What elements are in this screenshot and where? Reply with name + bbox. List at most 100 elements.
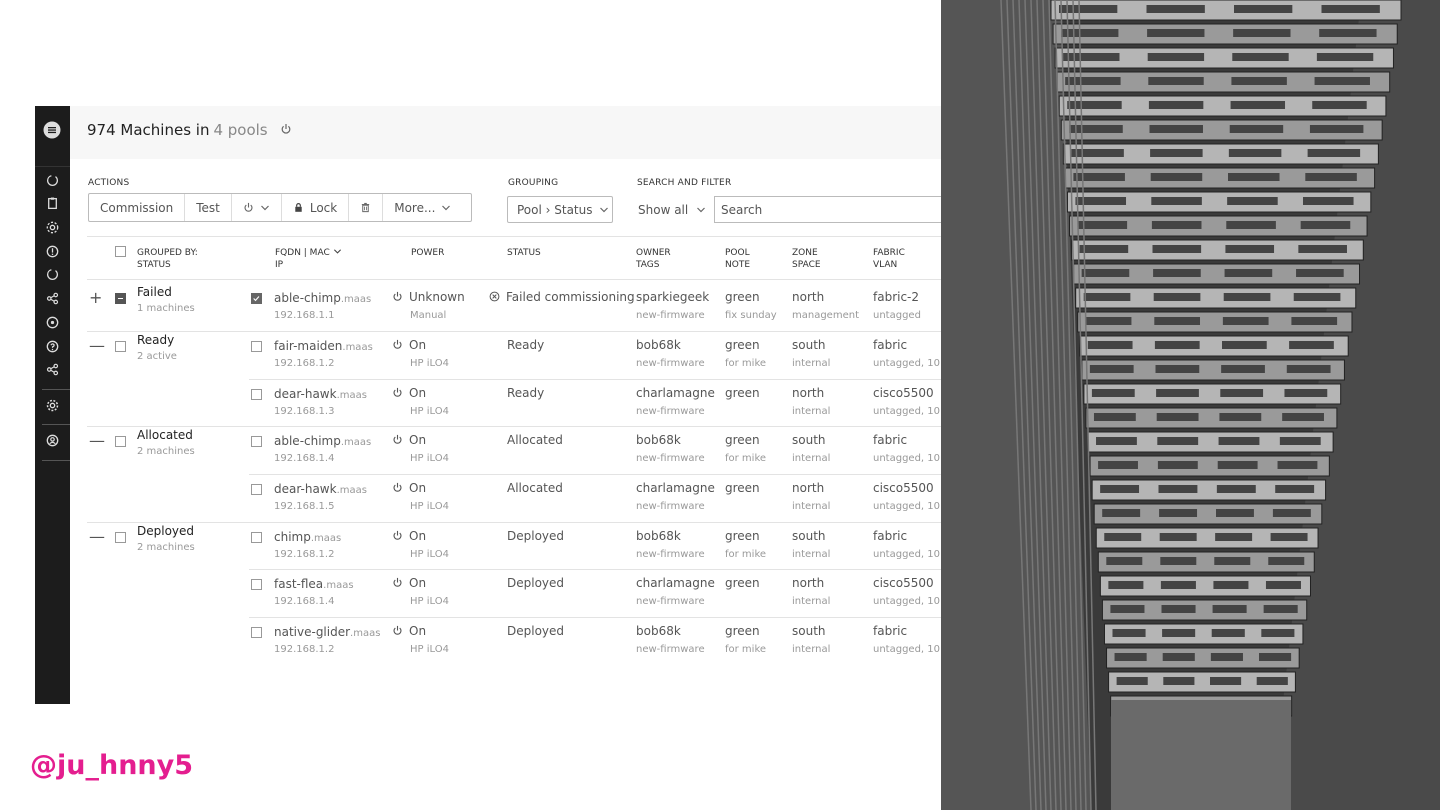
row-status: Allocated (507, 433, 563, 447)
grouping-select[interactable]: Pool › Status (507, 196, 613, 223)
row-ip: 192.168.1.2 (274, 358, 335, 369)
group-toggle-0[interactable]: + (89, 290, 102, 306)
row-checkbox[interactable] (251, 293, 262, 304)
maas-app-window: 974 Machines in 4 pools ACTIONS GROUPING… (35, 106, 941, 704)
commission-button[interactable]: Commission (89, 194, 186, 221)
power-icon[interactable] (280, 123, 294, 137)
row-vlan: untagged, 10 (873, 549, 941, 560)
user-avatar-icon[interactable] (44, 432, 60, 448)
col-owner[interactable]: OWNER TAGS (636, 247, 671, 271)
help-icon[interactable] (44, 338, 60, 354)
machines-icon[interactable] (44, 172, 60, 188)
row-power: On (392, 529, 426, 543)
row-fqdn[interactable]: chimp.maas (274, 530, 341, 544)
col-fqdn[interactable]: FQDN | MAC IP (275, 247, 342, 271)
row-fabric: fabric (873, 529, 908, 543)
settings-gear-icon[interactable] (44, 397, 60, 413)
row-vlan: untagged, 10 (873, 644, 941, 655)
search-input[interactable] (714, 196, 941, 223)
col-fabric[interactable]: FABRIC VLAN (873, 247, 905, 271)
group-name: Ready (137, 333, 175, 347)
row-status: Ready (507, 386, 545, 400)
group-name: Deployed (137, 524, 195, 538)
zones-icon[interactable] (44, 314, 60, 330)
row-tags: new-firmware (636, 406, 705, 417)
row-checkbox[interactable] (251, 627, 262, 638)
row-ip: 192.168.1.4 (274, 596, 335, 607)
group-checkbox[interactable] (115, 293, 126, 304)
row-owner: bob68k (636, 624, 681, 638)
group-checkbox[interactable] (115, 532, 126, 543)
row-fabric: cisco5500 (873, 481, 934, 495)
test-button[interactable]: Test (185, 194, 232, 221)
col-zone[interactable]: ZONE SPACE (792, 247, 821, 271)
power-dropdown-button[interactable] (232, 194, 282, 221)
row-fqdn[interactable]: native-glider.maas (274, 625, 380, 639)
row-fqdn[interactable]: dear-hawk.maas (274, 482, 367, 496)
share-network-icon[interactable] (44, 290, 60, 306)
row-fqdn[interactable]: able-chimp.maas (274, 291, 371, 305)
row-owner: bob68k (636, 433, 681, 447)
row-checkbox[interactable] (251, 579, 262, 590)
row-checkbox[interactable] (251, 484, 262, 495)
row-power: On (392, 624, 426, 638)
trash-icon (360, 202, 371, 213)
controllers-icon[interactable] (44, 219, 60, 235)
row-power: On (392, 338, 426, 352)
machine-count: 974 Machines in (87, 121, 210, 139)
row-fabric: fabric-2 (873, 290, 920, 304)
select-all-checkbox[interactable] (115, 246, 126, 257)
group-toggle-2[interactable]: — (89, 433, 105, 449)
col-power[interactable]: POWER (411, 247, 444, 259)
row-owner: sparkiegeek (636, 290, 710, 304)
row-space: internal (792, 549, 831, 560)
row-divider (87, 426, 941, 427)
row-tags: new-firmware (636, 644, 705, 655)
power-icon (392, 339, 403, 350)
row-status: Deployed (507, 624, 565, 638)
row-checkbox[interactable] (251, 341, 262, 352)
row-fqdn[interactable]: dear-hawk.maas (274, 387, 367, 401)
lock-button[interactable]: Lock (282, 194, 350, 221)
devices-icon[interactable] (44, 195, 60, 211)
group-checkbox[interactable] (115, 436, 126, 447)
header-divider (87, 279, 941, 280)
col-pool[interactable]: POOL NOTE (725, 247, 750, 271)
images-icon[interactable] (44, 266, 60, 282)
row-fabric: fabric (873, 338, 908, 352)
row-power: On (392, 386, 426, 400)
kvm-icon[interactable] (44, 243, 60, 259)
show-all-dropdown[interactable]: Show all (638, 203, 706, 217)
chevron-down-icon (260, 203, 270, 213)
row-note: for mike (725, 549, 767, 560)
menu-icon[interactable] (43, 121, 61, 139)
col-status[interactable]: STATUS (507, 247, 541, 259)
row-fqdn[interactable]: fast-flea.maas (274, 577, 354, 591)
row-status: Deployed (507, 576, 565, 590)
row-vlan: untagged, 10 (873, 358, 941, 369)
row-checkbox[interactable] (251, 532, 262, 543)
pools-link[interactable]: 4 pools (213, 121, 267, 139)
more-dropdown-button[interactable]: More... (383, 194, 462, 221)
row-pool: green (725, 576, 760, 590)
group-toggle-1[interactable]: — (89, 338, 105, 354)
row-note: for mike (725, 453, 767, 464)
row-fqdn[interactable]: able-chimp.maas (274, 434, 371, 448)
row-space: internal (792, 406, 831, 417)
row-fabric: fabric (873, 433, 908, 447)
group-toggle-3[interactable]: — (89, 529, 105, 545)
row-space: internal (792, 644, 831, 655)
row-divider (249, 474, 941, 475)
row-zone: south (792, 529, 826, 543)
group-checkbox[interactable] (115, 341, 126, 352)
delete-button[interactable] (349, 194, 384, 221)
row-fqdn[interactable]: fair-maiden.maas (274, 339, 373, 353)
row-vlan: untagged, 10 (873, 453, 941, 464)
row-checkbox[interactable] (251, 389, 262, 400)
row-power: On (392, 576, 426, 590)
search-filter-label: SEARCH AND FILTER (637, 178, 732, 188)
col-group[interactable]: GROUPED BY: STATUS (137, 247, 198, 271)
row-checkbox[interactable] (251, 436, 262, 447)
subnets-icon[interactable] (44, 361, 60, 377)
group-count: 2 machines (137, 542, 195, 553)
